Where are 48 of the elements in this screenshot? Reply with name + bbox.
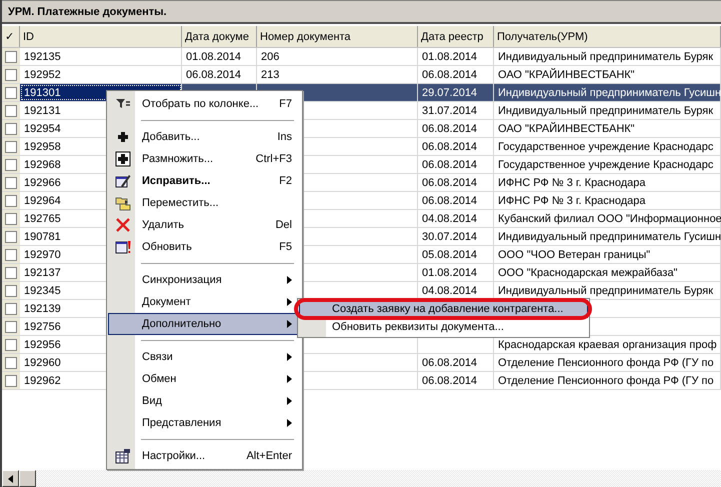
menu-item[interactable]: Представления bbox=[108, 412, 301, 434]
scroll-left-button[interactable] bbox=[2, 470, 19, 487]
delete-icon bbox=[114, 217, 130, 233]
row-checkbox[interactable] bbox=[5, 284, 17, 296]
submenu-arrow-icon bbox=[287, 320, 292, 328]
horizontal-scrollbar[interactable] bbox=[2, 470, 721, 487]
column-header[interactable]: Дата докуме bbox=[182, 26, 257, 47]
row-checkbox[interactable] bbox=[5, 86, 17, 98]
menu-item[interactable]: Обновить реквизиты документа... bbox=[299, 318, 588, 336]
row-checkbox[interactable] bbox=[5, 320, 17, 332]
column-header[interactable]: Номер документа bbox=[257, 26, 418, 47]
calendar-exclamation-icon bbox=[114, 239, 130, 255]
row-checkbox[interactable] bbox=[5, 266, 17, 278]
column-header[interactable]: Получатель(УРМ) bbox=[494, 26, 721, 47]
row-checkbox[interactable] bbox=[5, 104, 17, 116]
column-header[interactable]: ID bbox=[20, 26, 182, 47]
row-checkbox[interactable] bbox=[5, 338, 17, 350]
submenu-arrow-icon bbox=[287, 375, 292, 383]
row-checkbox[interactable] bbox=[5, 158, 17, 170]
row-checkbox[interactable] bbox=[5, 356, 17, 368]
calendar-pencil-icon bbox=[114, 173, 130, 189]
submenu-arrow-icon bbox=[287, 419, 292, 427]
row-checkbox[interactable] bbox=[5, 50, 17, 62]
row-checkbox[interactable] bbox=[5, 194, 17, 206]
row-checkbox[interactable] bbox=[5, 122, 17, 134]
folders-icon bbox=[114, 195, 130, 211]
submenu-arrow-icon bbox=[287, 353, 292, 361]
menu-item[interactable]: Вид bbox=[108, 390, 301, 412]
submenu-arrow-icon bbox=[287, 298, 292, 306]
left-arrow-icon bbox=[8, 474, 13, 482]
submenu-arrow-icon bbox=[287, 397, 292, 405]
settings-icon bbox=[114, 448, 130, 464]
row-checkbox[interactable] bbox=[5, 302, 17, 314]
window-title: УРМ. Платежные документы. bbox=[8, 6, 167, 18]
row-checkbox[interactable] bbox=[5, 140, 17, 152]
row-checkbox[interactable] bbox=[5, 212, 17, 224]
column-header[interactable]: Дата реестр bbox=[418, 26, 494, 47]
scroll-thumb[interactable] bbox=[19, 470, 36, 487]
menu-item[interactable]: Настройки... Alt+Enter bbox=[108, 445, 301, 467]
table-cell: 29.07.2014 bbox=[418, 84, 494, 101]
row-checkbox[interactable] bbox=[5, 374, 17, 386]
column-header[interactable]: ✓ bbox=[2, 26, 20, 47]
row-checkbox[interactable] bbox=[5, 176, 17, 188]
row-checkbox[interactable] bbox=[5, 230, 17, 242]
row-checkbox[interactable] bbox=[5, 248, 17, 260]
submenu-arrow-icon bbox=[287, 276, 292, 284]
plus-box-icon bbox=[114, 151, 130, 167]
row-checkbox[interactable] bbox=[5, 68, 17, 80]
